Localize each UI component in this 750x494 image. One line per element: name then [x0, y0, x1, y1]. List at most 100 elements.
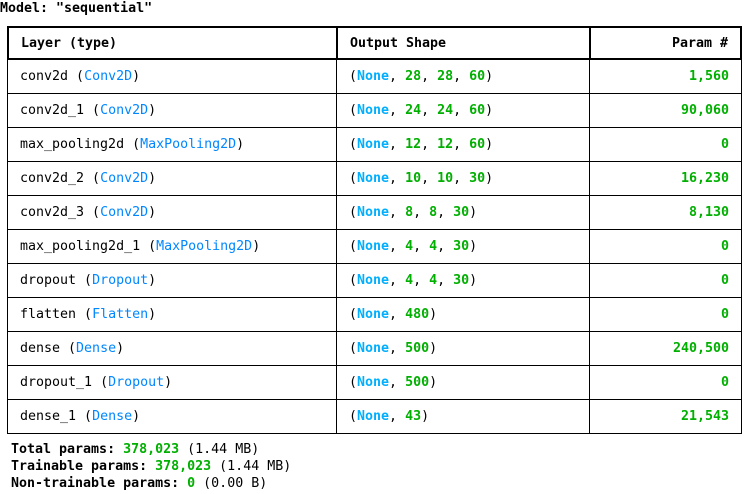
shape-dim: 60	[469, 69, 486, 84]
layer-type: Flatten	[92, 307, 149, 322]
layer-name: conv2d	[20, 69, 69, 84]
table-row: conv2d_2 (Conv2D) (None, 10, 10, 30) 16,23…	[7, 162, 742, 196]
output-shape-cell: (None, 12, 12, 60)	[336, 128, 589, 162]
table-row: dense (Dense) (None, 500) 240,500	[7, 332, 742, 366]
params-cell: 90,060	[589, 94, 742, 128]
layer-type: Dropout	[92, 273, 149, 288]
batch-dim-none: None	[357, 239, 390, 254]
params-cell: 0	[589, 366, 742, 400]
param-count: 90,060	[680, 103, 729, 118]
param-count: 0	[720, 239, 729, 254]
layer-type: Conv2D	[100, 103, 149, 118]
shape-dim: 500	[405, 375, 430, 390]
shape-dim: 30	[453, 239, 470, 254]
output-shape-cell: (None, 8, 8, 30)	[336, 196, 589, 230]
table-row: flatten (Flatten) (None, 480) 0	[7, 298, 742, 332]
layer-cell: max_pooling2d (MaxPooling2D)	[7, 128, 336, 162]
column-header-layer: Layer (type)	[7, 26, 336, 60]
batch-dim-none: None	[357, 409, 390, 424]
shape-dim: 8	[405, 205, 414, 220]
layer-type: Conv2D	[100, 205, 149, 220]
output-shape-cell: (None, 10, 10, 30)	[336, 162, 589, 196]
layer-type: Conv2D	[100, 171, 149, 186]
shape-dim: 500	[405, 341, 430, 356]
layer-cell: conv2d_2 (Conv2D)	[7, 162, 336, 196]
shape-dim: 24	[437, 103, 454, 118]
batch-dim-none: None	[357, 103, 390, 118]
batch-dim-none: None	[357, 205, 390, 220]
batch-dim-none: None	[357, 171, 390, 186]
model-title: Model: "sequential"	[0, 1, 153, 16]
layer-type: Dropout	[108, 375, 165, 390]
shape-dim: 12	[437, 137, 454, 152]
layer-type: Dense	[76, 341, 117, 356]
batch-dim-none: None	[357, 375, 390, 390]
table-row: max_pooling2d_1 (MaxPooling2D) (None, 4, …	[7, 230, 742, 264]
layer-type: Dense	[92, 409, 133, 424]
layer-name: conv2d_3	[20, 205, 85, 220]
total-params-label: Total params:	[11, 442, 116, 457]
shape-dim: 30	[469, 171, 486, 186]
shape-dim: 8	[429, 205, 438, 220]
table-row: dense_1 (Dense) (None, 43) 21,543	[7, 400, 742, 434]
param-count: 21,543	[680, 409, 729, 424]
shape-dim: 30	[453, 205, 470, 220]
column-header-output-shape: Output Shape	[336, 26, 589, 60]
layer-name: conv2d_2	[20, 171, 85, 186]
shape-dim: 24	[405, 103, 422, 118]
param-count: 16,230	[680, 171, 729, 186]
param-count: 8,130	[688, 205, 729, 220]
trainable-params-value: 378,023	[155, 459, 212, 474]
table-row: max_pooling2d (MaxPooling2D) (None, 12, 1…	[7, 128, 742, 162]
layer-name: flatten	[20, 307, 77, 322]
layer-cell: conv2d_1 (Conv2D)	[7, 94, 336, 128]
output-shape-cell: (None, 4, 4, 30)	[336, 264, 589, 298]
layer-name: dropout	[20, 273, 77, 288]
shape-dim: 28	[405, 69, 422, 84]
nontrainable-params-label: Non-trainable params:	[11, 476, 180, 491]
param-count: 0	[720, 137, 729, 152]
batch-dim-none: None	[357, 341, 390, 356]
layer-cell: flatten (Flatten)	[7, 298, 336, 332]
params-cell: 8,130	[589, 196, 742, 230]
layer-cell: conv2d (Conv2D)	[7, 60, 336, 94]
output-shape-cell: (None, 500)	[336, 366, 589, 400]
params-cell: 0	[589, 230, 742, 264]
batch-dim-none: None	[357, 273, 390, 288]
param-count: 0	[720, 307, 729, 322]
params-cell: 0	[589, 298, 742, 332]
table-row: conv2d_3 (Conv2D) (None, 8, 8, 30) 8,130	[7, 196, 742, 230]
layer-cell: dropout_1 (Dropout)	[7, 366, 336, 400]
total-params-row: Total params: 378,023 (1.44 MB)	[11, 441, 291, 458]
output-shape-cell: (None, 480)	[336, 298, 589, 332]
layer-name: max_pooling2d_1	[20, 239, 141, 254]
shape-dim: 43	[405, 409, 422, 424]
shape-dim: 10	[405, 171, 422, 186]
shape-dim: 4	[405, 239, 414, 254]
shape-dim: 12	[405, 137, 422, 152]
nontrainable-params-size: (0.00 B)	[203, 476, 268, 491]
shape-dim: 28	[437, 69, 454, 84]
shape-dim: 4	[405, 273, 414, 288]
batch-dim-none: None	[357, 137, 390, 152]
layer-type: MaxPooling2D	[156, 239, 253, 254]
layer-type: Conv2D	[84, 69, 133, 84]
param-count: 0	[720, 273, 729, 288]
params-cell: 1,560	[589, 60, 742, 94]
layer-cell: dense_1 (Dense)	[7, 400, 336, 434]
table-header-row: Layer (type) Output Shape Param #	[7, 26, 742, 60]
shape-dim: 30	[453, 273, 470, 288]
param-count: 1,560	[688, 69, 729, 84]
layer-name: dropout_1	[20, 375, 93, 390]
table-row: dropout_1 (Dropout) (None, 500) 0	[7, 366, 742, 400]
total-params-size: (1.44 MB)	[187, 442, 260, 457]
output-shape-cell: (None, 24, 24, 60)	[336, 94, 589, 128]
layer-name: dense_1	[20, 409, 77, 424]
table-row: conv2d (Conv2D) (None, 28, 28, 60) 1,560	[7, 60, 742, 94]
table-row: dropout (Dropout) (None, 4, 4, 30) 0	[7, 264, 742, 298]
model-summary-table: Layer (type) Output Shape Param # conv2d…	[7, 26, 742, 434]
output-shape-cell: (None, 43)	[336, 400, 589, 434]
batch-dim-none: None	[357, 69, 390, 84]
column-header-params: Param #	[589, 26, 742, 60]
table-body: conv2d (Conv2D) (None, 28, 28, 60) 1,560 co…	[7, 60, 742, 434]
